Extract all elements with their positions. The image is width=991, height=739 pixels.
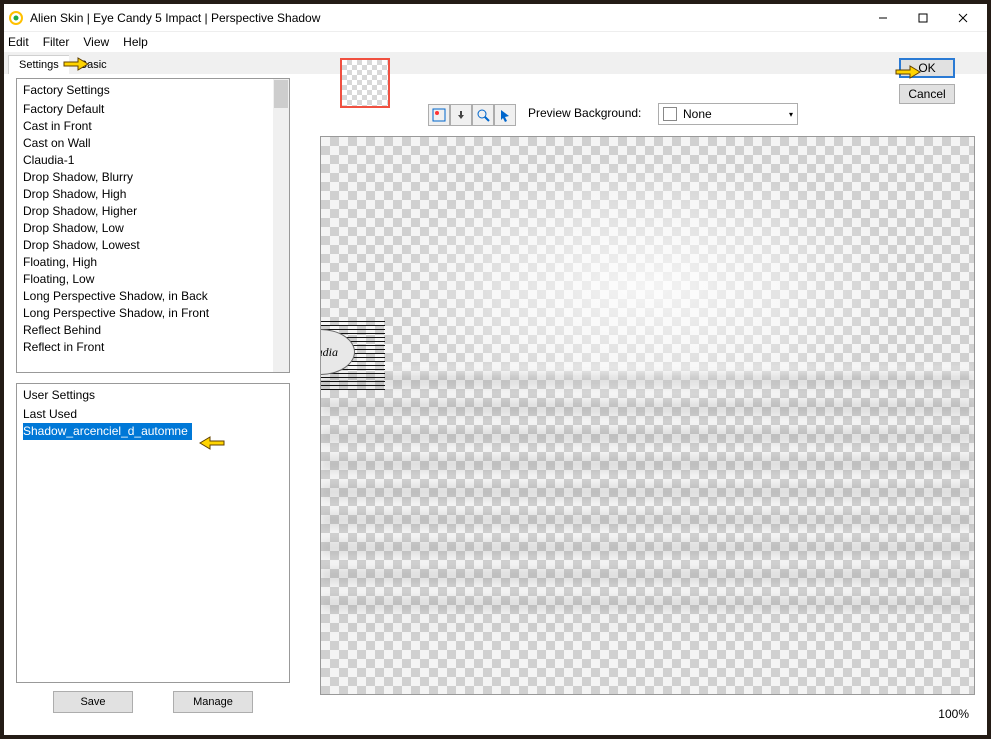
user-settings-list[interactable]: User Settings Last UsedShadow_arcenciel_… [16,383,290,683]
list-item[interactable]: Factory Default [23,101,289,118]
preview-shadow [321,367,974,627]
list-item[interactable]: Long Perspective Shadow, in Front [23,305,289,322]
preview-bg-label: Preview Background: [528,106,641,120]
zoom-level: 100% [938,707,969,721]
menu-view[interactable]: View [83,35,109,49]
menu-help[interactable]: Help [123,35,148,49]
tool-pan-icon[interactable] [450,104,472,126]
tool-zoom-icon[interactable] [472,104,494,126]
maximize-button[interactable] [903,6,943,30]
list-item[interactable]: Long Perspective Shadow, in Back [23,288,289,305]
dropdown-value: None [683,107,789,121]
list-item[interactable]: Drop Shadow, Lowest [23,237,289,254]
main-area: Factory Settings Factory DefaultCast in … [8,78,983,731]
list-item[interactable]: Cast on Wall [23,135,289,152]
button-row: Save Manage [16,691,290,713]
close-button[interactable] [943,6,983,30]
cancel-button[interactable]: Cancel [899,84,955,104]
list-item[interactable]: Reflect Behind [23,322,289,339]
preview-bg-dropdown[interactable]: None ▾ [658,103,798,125]
scrollbar-thumb[interactable] [274,80,288,108]
preview-area[interactable]: claudia [320,136,975,695]
tool-row [428,104,516,126]
factory-settings-list[interactable]: Factory Settings Factory DefaultCast in … [16,78,290,373]
list-item[interactable]: Cast in Front [23,118,289,135]
list-item[interactable]: Drop Shadow, Higher [23,203,289,220]
window-title: Alien Skin | Eye Candy 5 Impact | Perspe… [30,11,863,25]
scrollbar[interactable] [273,79,289,372]
minimize-button[interactable] [863,6,903,30]
tab-row: Settings Basic [4,52,987,74]
list-item[interactable]: Drop Shadow, Blurry [23,169,289,186]
tab-settings[interactable]: Settings [8,55,70,74]
list-item[interactable]: Claudia-1 [23,152,289,169]
window-controls [863,6,983,30]
pointer-hand-icon [894,60,922,80]
pointer-hand-icon [62,52,90,72]
list-item[interactable]: Floating, High [23,254,289,271]
swatch-icon [663,107,677,121]
menubar: Edit Filter View Help [4,32,987,52]
manage-button[interactable]: Manage [173,691,253,713]
menu-edit[interactable]: Edit [8,35,29,49]
save-button[interactable]: Save [53,691,133,713]
list-item[interactable]: Floating, Low [23,271,289,288]
tool-thumbnail-icon[interactable] [428,104,450,126]
thumbnail[interactable] [340,58,390,108]
menu-filter[interactable]: Filter [43,35,70,49]
tool-cursor-icon[interactable] [494,104,516,126]
chevron-down-icon: ▾ [789,110,793,119]
user-header: User Settings [17,384,289,406]
pointer-hand-icon [198,431,226,451]
list-item[interactable]: Reflect in Front [23,339,289,356]
left-panel: Factory Settings Factory DefaultCast in … [16,78,290,713]
titlebar: Alien Skin | Eye Candy 5 Impact | Perspe… [4,4,987,32]
list-item[interactable]: Last Used [23,406,289,423]
list-item[interactable]: Drop Shadow, High [23,186,289,203]
list-item[interactable]: Shadow_arcenciel_d_automne [23,423,192,440]
watermark: claudia [320,321,385,391]
factory-header: Factory Settings [17,79,289,101]
list-item[interactable]: Drop Shadow, Low [23,220,289,237]
app-icon [8,10,24,26]
